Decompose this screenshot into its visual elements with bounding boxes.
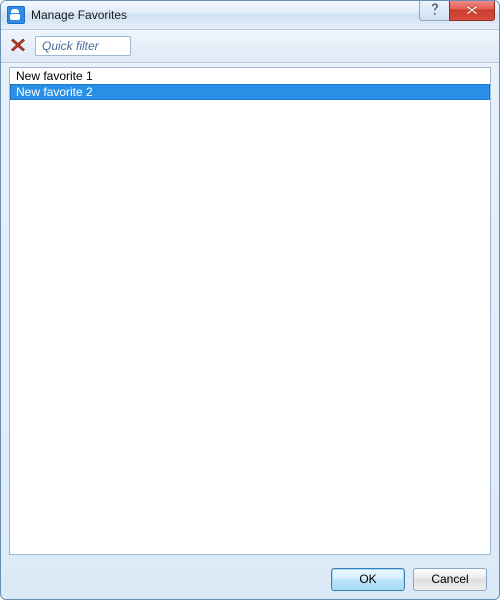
person-icon [7,6,25,24]
close-icon [466,4,478,18]
delete-x-icon [9,36,27,57]
ok-button[interactable]: OK [331,568,405,591]
quick-filter-input[interactable] [35,36,131,56]
toolbar [1,30,499,63]
cancel-button-label: Cancel [431,572,468,586]
help-icon [430,3,440,18]
ok-button-label: OK [359,572,376,586]
window-buttons [419,1,499,29]
dialog-window: Manage Favorites [0,0,500,600]
title-bar: Manage Favorites [1,1,499,30]
window-title: Manage Favorites [31,8,419,22]
favorites-list[interactable]: New favorite 1New favorite 2 [9,67,491,555]
list-item[interactable]: New favorite 2 [10,84,490,100]
close-button[interactable] [449,1,495,21]
list-item[interactable]: New favorite 1 [10,68,490,84]
help-button[interactable] [419,1,449,21]
delete-button[interactable] [7,35,29,57]
cancel-button[interactable]: Cancel [413,568,487,591]
dialog-footer: OK Cancel [1,559,499,599]
